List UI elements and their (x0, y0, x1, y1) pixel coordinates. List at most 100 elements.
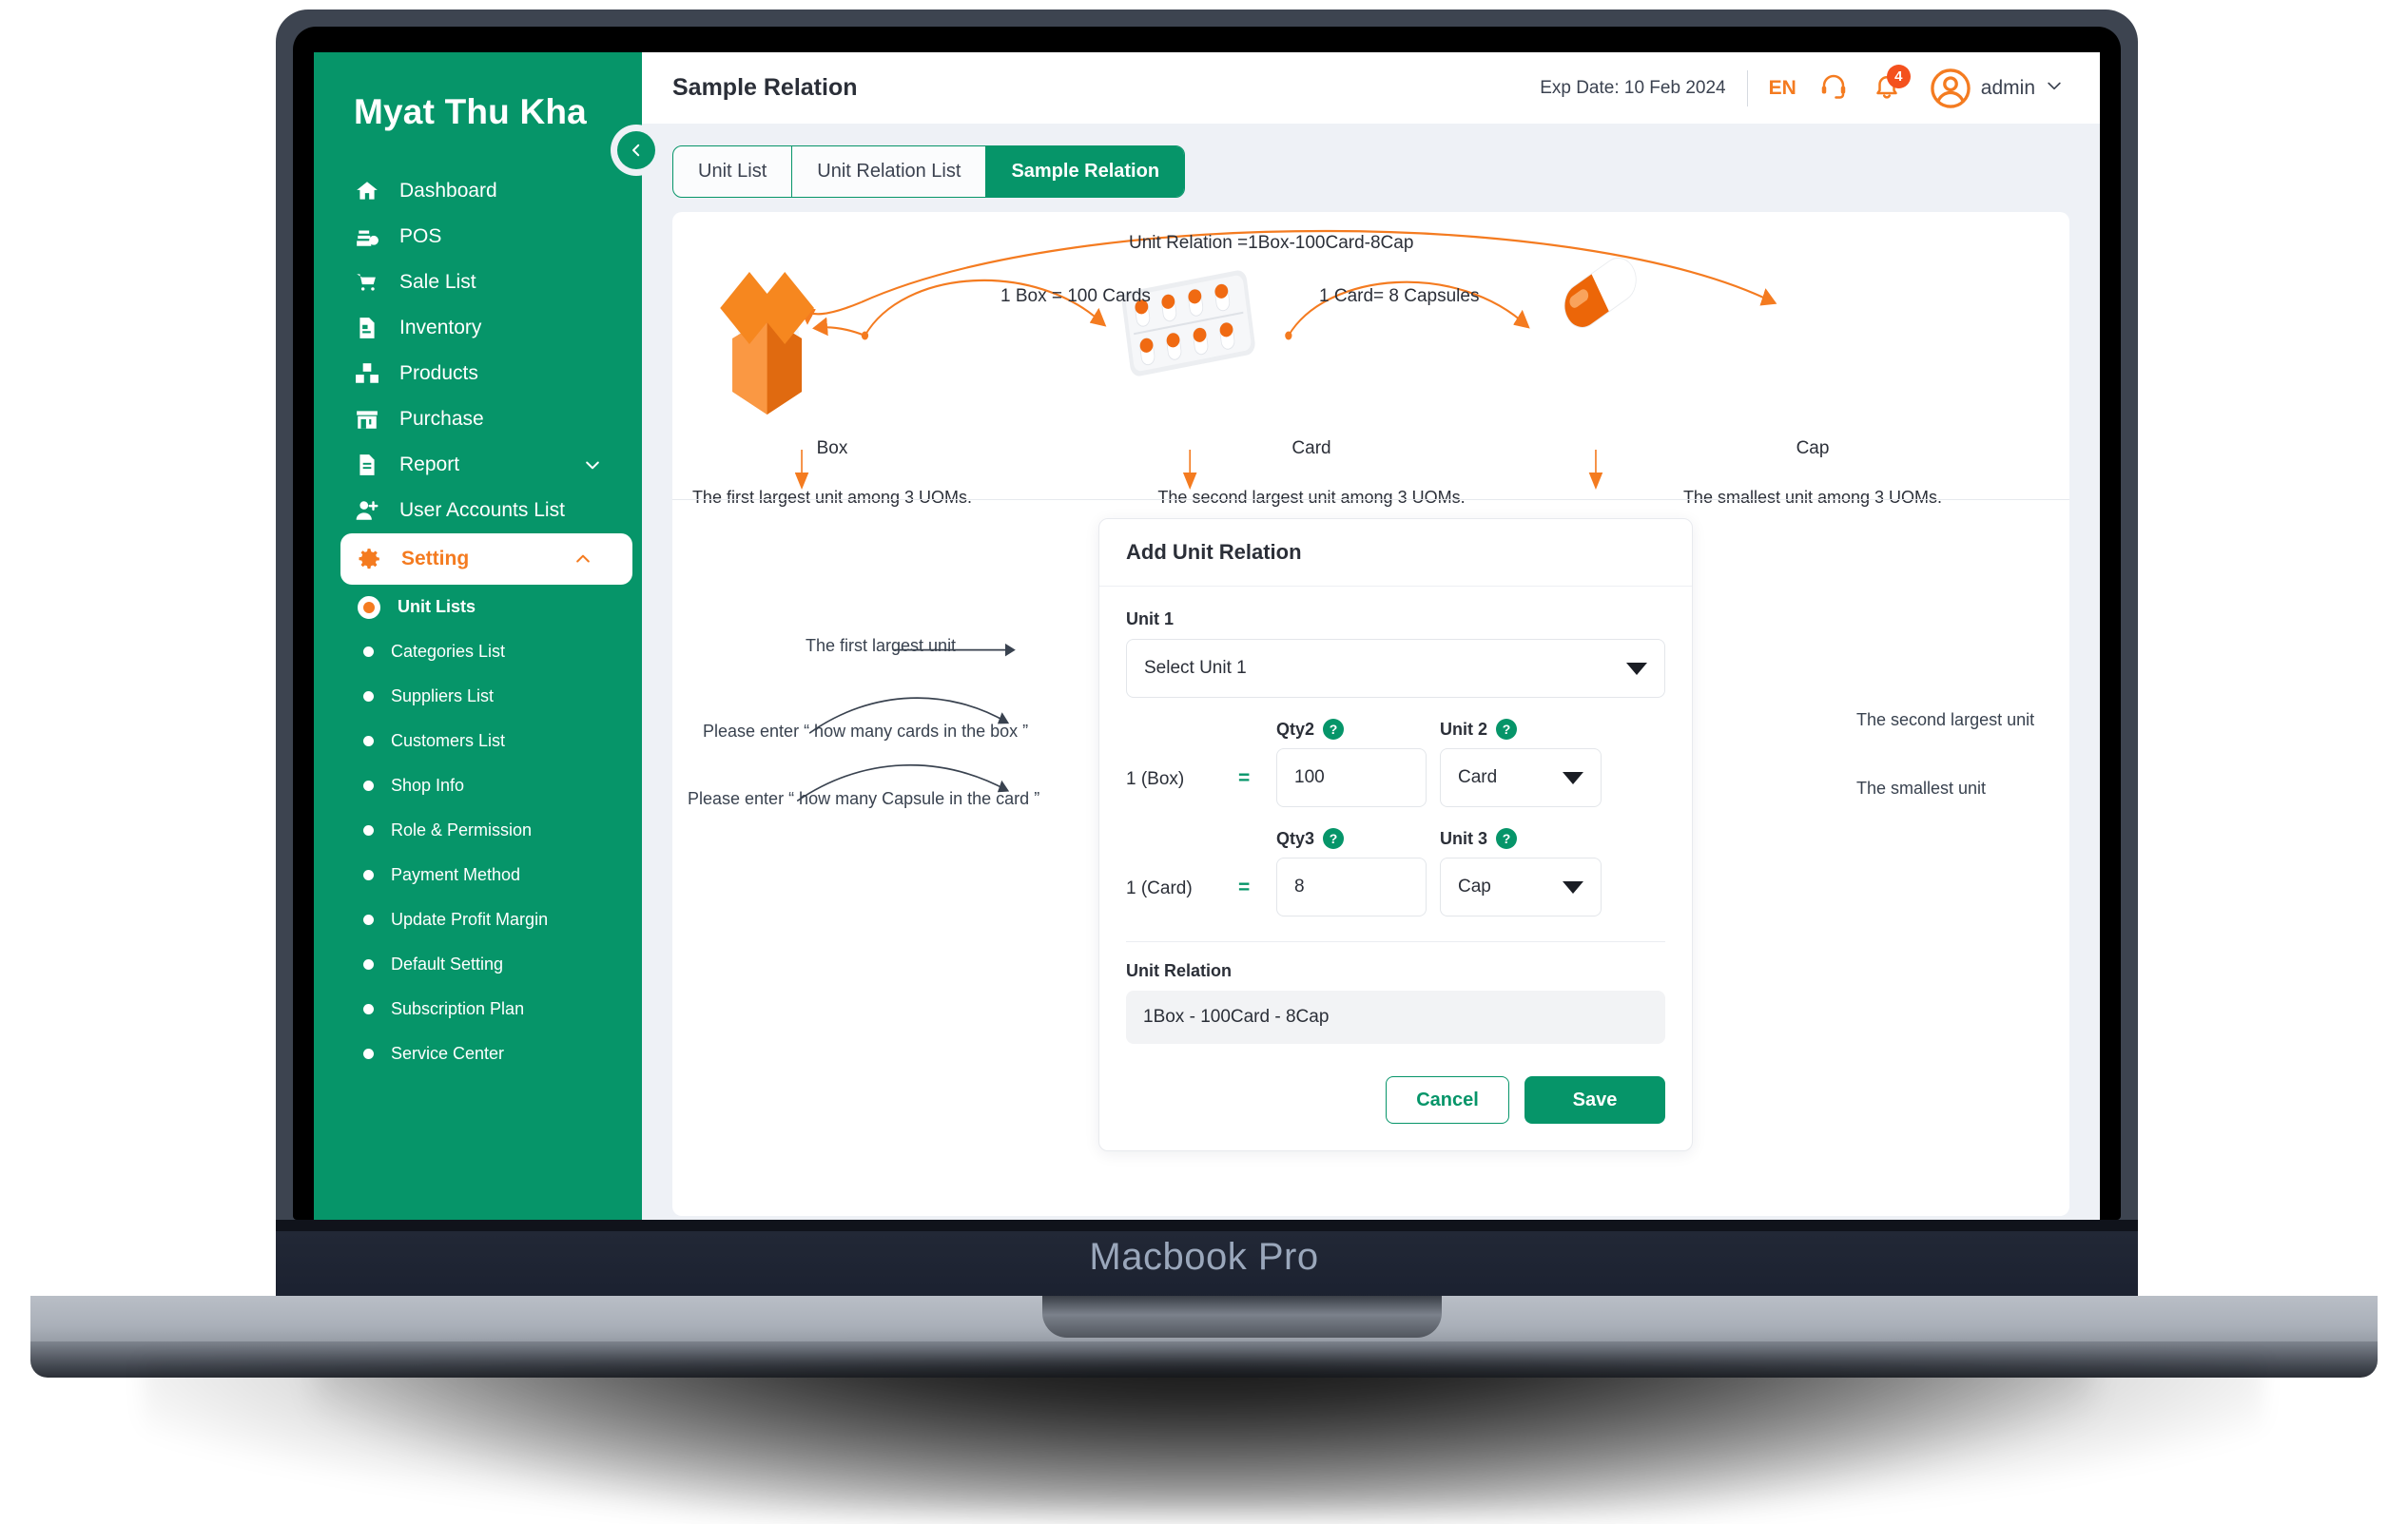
tab-bar: Unit List Unit Relation List Sample Rela… (672, 145, 1186, 198)
divider (1746, 69, 1748, 106)
bullet-icon (363, 781, 374, 791)
notification-badge: 4 (1886, 64, 1911, 88)
page-title: Sample Relation (672, 74, 858, 101)
qty2-label-row: Qty2 ? (1276, 719, 1427, 740)
document-list-icon (354, 315, 380, 341)
sidebar-subitem-suppliers-list[interactable]: Suppliers List (314, 674, 642, 719)
diagram-node-caption-box: The first largest unit among 3 UOMs. (691, 488, 973, 507)
sidebar-subitem-categories-list[interactable]: Categories List (314, 629, 642, 674)
sidebar-subitem-label: Service Center (391, 1044, 505, 1063)
user-menu[interactable]: admin (1930, 68, 2064, 109)
sidebar-item-label: Dashboard (399, 180, 497, 202)
chevron-down-icon[interactable] (2045, 76, 2064, 100)
home-icon (354, 178, 380, 204)
qty2-input[interactable]: 100 (1276, 748, 1427, 807)
store-icon (354, 406, 380, 433)
form-title: Add Unit Relation (1099, 519, 1692, 587)
sidebar-item-label: Setting (401, 548, 470, 569)
file-text-icon (354, 452, 380, 478)
bullet-icon (363, 870, 374, 880)
sidebar-subitem-shop-info[interactable]: Shop Info (314, 763, 642, 808)
qty3-input[interactable]: 8 (1276, 858, 1427, 916)
headset-icon (1819, 71, 1848, 105)
annotation-smallest-unit: The smallest unit (1856, 779, 1987, 798)
sidebar-subitem-role-permission[interactable]: Role & Permission (314, 808, 642, 853)
sidebar-item-label: POS (399, 225, 442, 247)
unit3-select[interactable]: Cap (1440, 858, 1602, 916)
unit3-label: Unit 3 (1440, 828, 1488, 848)
row2-left-text: 1 (Box) (1126, 769, 1185, 789)
expiry-date-text: Exp Date: 10 Feb 2024 (1540, 77, 1726, 98)
sidebar-item-products[interactable]: Products (314, 351, 642, 396)
diagram-edge-card-cap: 1 Card= 8 Capsules (1319, 286, 1480, 306)
help-icon[interactable]: ? (1323, 828, 1345, 849)
sidebar-item-report[interactable]: Report (314, 442, 642, 488)
help-icon[interactable]: ? (1496, 719, 1518, 740)
help-icon[interactable]: ? (1496, 828, 1518, 849)
gear-icon (356, 546, 382, 572)
sidebar-subitem-payment-method[interactable]: Payment Method (314, 853, 642, 897)
sidebar-item-sale-list[interactable]: Sale List (314, 260, 642, 305)
sidebar-subitem-label: Customers List (391, 731, 506, 750)
language-selector[interactable]: EN (1769, 77, 1796, 100)
relation-row-3: 1 (Card) = Qty3 ? 8 Unit 3 ? Cap (1126, 828, 1665, 916)
row2-equals-sign: = (1238, 767, 1251, 789)
cancel-button[interactable]: Cancel (1386, 1076, 1509, 1124)
notifications-button[interactable]: 4 (1871, 64, 1911, 105)
sidebar-item-purchase[interactable]: Purchase (314, 396, 642, 442)
sidebar-subitem-label: Categories List (391, 642, 506, 661)
help-icon[interactable]: ? (1323, 719, 1345, 740)
bullet-icon (363, 825, 374, 836)
diagram-divider (672, 499, 2069, 500)
qty3-field-group: Qty3 ? 8 (1276, 828, 1427, 916)
sidebar-subitem-update-profit-margin[interactable]: Update Profit Margin (314, 897, 642, 942)
tab-unit-list[interactable]: Unit List (673, 146, 793, 197)
sidebar-item-dashboard[interactable]: Dashboard (314, 168, 642, 214)
annotation-first-largest-unit: The first largest unit (806, 636, 957, 655)
topbar-right-group: Exp Date: 10 Feb 2024 EN 4 admin (1540, 64, 2064, 109)
tab-unit-relation-list[interactable]: Unit Relation List (792, 146, 987, 197)
unit3-field-group: Unit 3 ? Cap (1440, 828, 1602, 916)
sidebar-item-user-accounts-list[interactable]: User Accounts List (314, 488, 642, 533)
unit-relation-label: Unit Relation (1126, 961, 1232, 980)
relation-row-2: 1 (Box) = Qty2 ? 100 Unit 2 ? Card (1126, 719, 1665, 807)
unit2-select[interactable]: Card (1440, 748, 1602, 807)
support-button[interactable] (1817, 72, 1850, 105)
chevron-up-icon[interactable] (573, 550, 592, 569)
laptop-bezel-strip (276, 1220, 2138, 1231)
chevron-down-icon[interactable] (583, 455, 602, 474)
form-body: Unit 1 Select Unit 1 1 (Box) = Qty2 ? 10… (1099, 587, 1692, 1051)
bullet-icon (363, 1049, 374, 1059)
bullet-icon (363, 691, 374, 702)
diagram-node-label-card: Card (1291, 438, 1331, 458)
form-actions: Cancel Save (1099, 1051, 1692, 1150)
sidebar-subitem-unit-lists[interactable]: Unit Lists (314, 585, 642, 629)
sidebar-subitem-customers-list[interactable]: Customers List (314, 719, 642, 763)
tab-sample-relation[interactable]: Sample Relation (986, 146, 1185, 197)
diagram-node-caption-cap: The smallest unit among 3 UOMs. (1682, 488, 1943, 507)
sidebar-item-inventory[interactable]: Inventory (314, 305, 642, 351)
diagram-edge-box-card: 1 Box = 100 Cards (1000, 286, 1151, 306)
laptop-brand-label: Macbook Pro (1089, 1236, 1319, 1278)
diagram-node-caption-card: The second largest unit among 3 UOMs. (1157, 488, 1466, 507)
user-circle-icon (1930, 68, 1971, 109)
row3-equals-sign: = (1238, 877, 1251, 898)
main-content: Sample Relation Exp Date: 10 Feb 2024 EN (642, 52, 2100, 1231)
annotation-capsule-in-card: Please enter “ how many Capsule in the c… (688, 789, 1040, 808)
unit1-select[interactable]: Select Unit 1 (1126, 639, 1665, 698)
sidebar-item-label: User Accounts List (399, 499, 565, 521)
sidebar-subitem-label: Update Profit Margin (391, 910, 549, 929)
sidebar-subitem-subscription-plan[interactable]: Subscription Plan (314, 987, 642, 1032)
sidebar-subitem-service-center[interactable]: Service Center (314, 1032, 642, 1076)
topbar: Sample Relation Exp Date: 10 Feb 2024 EN (642, 52, 2100, 124)
unit2-selected-value: Card (1458, 767, 1498, 787)
unit3-selected-value: Cap (1458, 877, 1491, 897)
user-name-label: admin (1980, 76, 2035, 99)
unit1-selected-value: Select Unit 1 (1144, 658, 1247, 678)
sidebar-item-setting[interactable]: Setting (340, 533, 632, 585)
user-plus-icon (354, 497, 380, 524)
save-button[interactable]: Save (1524, 1076, 1665, 1124)
sidebar-subitem-default-setting[interactable]: Default Setting (314, 942, 642, 987)
sidebar-item-pos[interactable]: POS (314, 214, 642, 260)
sidebar-nav: Dashboard POS Sale List Inventory Produc… (314, 168, 642, 1076)
